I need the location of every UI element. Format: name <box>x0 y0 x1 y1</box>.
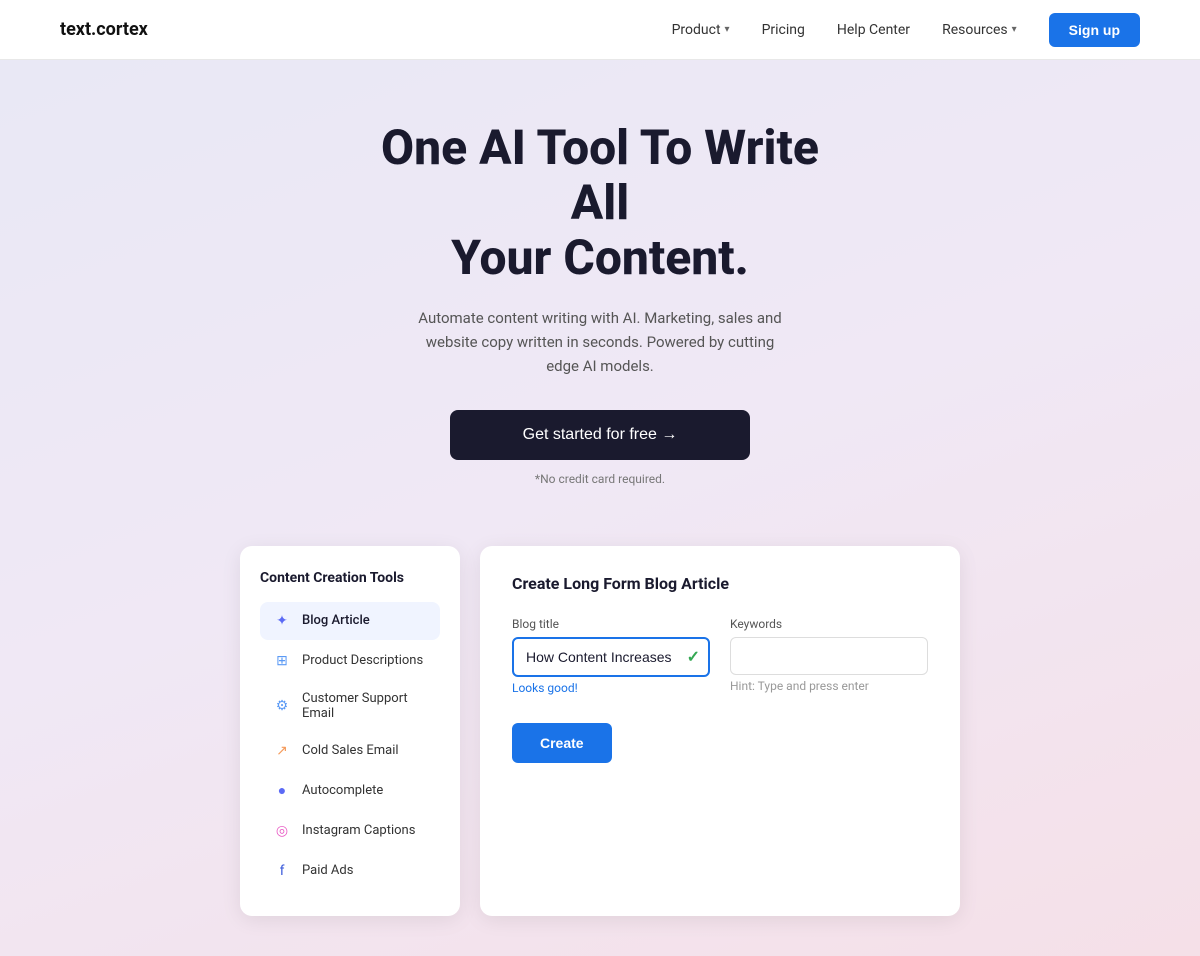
blog-title-hint: Looks good! <box>512 681 710 695</box>
signup-button[interactable]: Sign up <box>1049 13 1140 47</box>
tool-product-descriptions[interactable]: ⊞ Product Descriptions <box>260 642 440 680</box>
nav-product[interactable]: Product ▾ <box>672 22 730 38</box>
create-panel-title: Create Long Form Blog Article <box>512 574 928 593</box>
cold-sales-icon: ↗ <box>272 741 292 761</box>
tool-paid-ads[interactable]: f Paid Ads <box>260 852 440 890</box>
tool-blog-article[interactable]: ✦ Blog Article <box>260 602 440 640</box>
demo-section: Content Creation Tools ✦ Blog Article ⊞ … <box>0 526 1200 956</box>
blog-title-label: Blog title <box>512 617 710 631</box>
tool-autocomplete[interactable]: ● Autocomplete <box>260 772 440 810</box>
blog-title-input-wrap: ✓ <box>512 637 710 677</box>
logo: text.cortex <box>60 19 148 40</box>
autocomplete-icon: ● <box>272 781 292 801</box>
blog-icon: ✦ <box>272 611 292 631</box>
paid-ads-icon: f <box>272 861 292 881</box>
support-icon: ⚙ <box>272 696 292 716</box>
blog-title-input[interactable] <box>512 637 710 677</box>
create-panel: Create Long Form Blog Article Blog title… <box>480 546 960 916</box>
tools-panel: Content Creation Tools ✦ Blog Article ⊞ … <box>240 546 460 916</box>
form-row: Blog title ✓ Looks good! Keywords Hint: … <box>512 617 928 695</box>
blog-title-group: Blog title ✓ Looks good! <box>512 617 710 695</box>
cta-button[interactable]: Get started for free → <box>450 410 750 460</box>
create-button[interactable]: Create <box>512 723 612 763</box>
tools-panel-title: Content Creation Tools <box>260 570 440 586</box>
keywords-hint: Hint: Type and press enter <box>730 679 928 693</box>
keywords-label: Keywords <box>730 617 928 631</box>
nav-resources[interactable]: Resources ▾ <box>942 22 1017 38</box>
keywords-input-wrap <box>730 637 928 675</box>
instagram-icon: ◎ <box>272 821 292 841</box>
tool-customer-support[interactable]: ⚙ Customer Support Email <box>260 682 440 730</box>
tool-cold-sales[interactable]: ↗ Cold Sales Email <box>260 732 440 770</box>
check-icon: ✓ <box>687 647 700 666</box>
navbar: text.cortex Product ▾ Pricing Help Cente… <box>0 0 1200 60</box>
keywords-group: Keywords Hint: Type and press enter <box>730 617 928 695</box>
chevron-down-icon: ▾ <box>1012 24 1017 35</box>
hero-section: One AI Tool To Write All Your Content. A… <box>0 60 1200 526</box>
tool-instagram[interactable]: ◎ Instagram Captions <box>260 812 440 850</box>
keywords-input[interactable] <box>730 637 928 675</box>
nav-help-center[interactable]: Help Center <box>837 22 910 38</box>
hero-subtext: Automate content writing with AI. Market… <box>410 306 790 378</box>
chevron-down-icon: ▾ <box>725 24 730 35</box>
product-icon: ⊞ <box>272 651 292 671</box>
nav-links: Product ▾ Pricing Help Center Resources … <box>672 13 1140 47</box>
no-credit-card-label: *No credit card required. <box>20 472 1180 486</box>
nav-pricing[interactable]: Pricing <box>762 22 805 38</box>
hero-headline: One AI Tool To Write All Your Content. <box>350 120 850 286</box>
